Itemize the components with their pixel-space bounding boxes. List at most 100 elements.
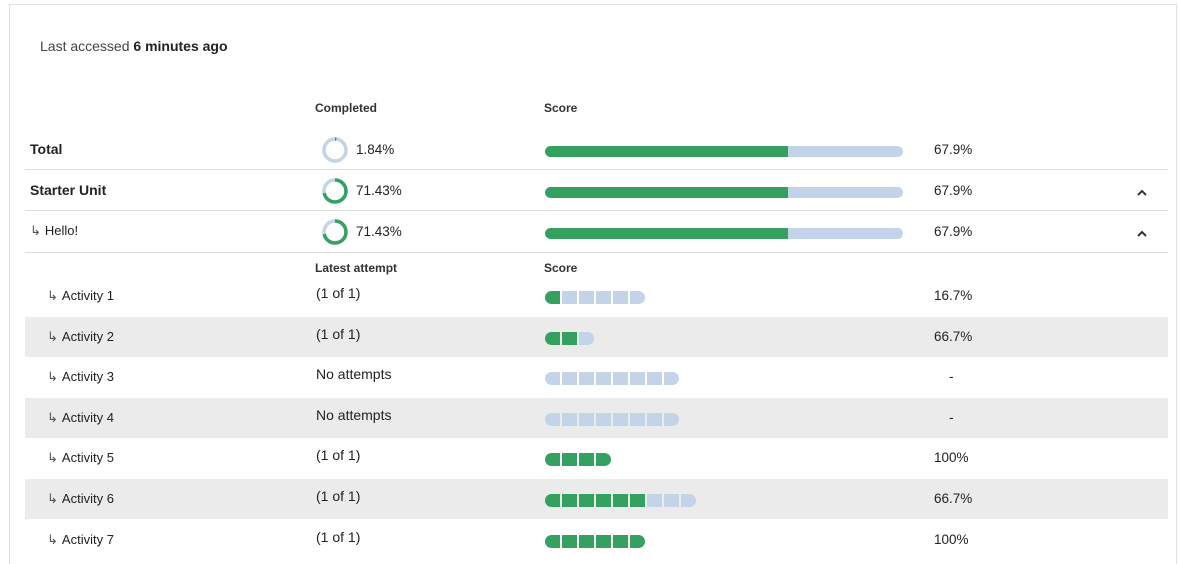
score-segment [545, 494, 560, 507]
score-segment [630, 372, 645, 386]
completion-donut [322, 219, 348, 245]
score-segment [664, 372, 679, 386]
collapse-chevron-icon[interactable] [1136, 228, 1148, 240]
score-segment [596, 534, 611, 548]
activity-name-text: Activity 1 [61, 288, 114, 303]
score-segment [579, 331, 594, 345]
activity-name: ↳ Activity 5 [47, 450, 114, 466]
completion-donut [322, 136, 348, 163]
completed-column-header: Completed [315, 101, 378, 115]
child-arrow-icon: ↳ [30, 224, 41, 239]
activity-score: - [949, 369, 954, 385]
score-segment [613, 534, 628, 548]
child-arrow-icon: ↳ [47, 410, 58, 426]
latest-attempt: No attempts [316, 366, 392, 383]
score-segment [579, 453, 594, 467]
activity-name-text: Activity 2 [61, 328, 114, 344]
last-accessed-value: 6 minutes ago [133, 38, 228, 54]
score-percent: 67.9% [934, 141, 973, 157]
activity-name-text: Activity 7 [61, 531, 114, 547]
activity-row[interactable]: ↳ Activity 3 No attempts - [25, 357, 1168, 397]
summary-row: Starter Unit 71.43% 67.9% [25, 170, 1168, 211]
latest-attempt: (1 of 1) [316, 488, 361, 504]
activity-row[interactable]: ↳ Activity 7 (1 of 1) 100% [25, 520, 1168, 560]
activity-name: ↳ Activity 6 [47, 491, 114, 507]
score-segments [545, 291, 645, 304]
activity-name: ↳ Activity 7 [47, 532, 114, 548]
last-accessed-label: Last accessed [40, 38, 130, 54]
score-segment [562, 331, 577, 345]
child-arrow-icon: ↳ [47, 451, 58, 467]
latest-attempt: (1 of 1) [316, 447, 361, 464]
activity-name: ↳ Activity 2 [47, 329, 114, 345]
score-segment [579, 412, 594, 426]
activity-name: ↳ Activity 1 [47, 288, 114, 304]
score-segment [630, 534, 645, 548]
score-segments [545, 372, 679, 386]
activity-score: 16.7% [934, 288, 973, 303]
completion-donut [322, 177, 348, 204]
summary-row: Total 1.84% 67.9% [25, 129, 1168, 170]
donut-track [322, 136, 348, 163]
score-segment [562, 494, 577, 507]
activity-score: 66.7% [934, 328, 973, 344]
score-segment [579, 291, 594, 304]
score-segments [545, 534, 645, 548]
score-segment [562, 534, 577, 548]
latest-attempt-column-header: Latest attempt [315, 261, 398, 275]
score-percent: 67.9% [934, 182, 973, 198]
score-segment [630, 412, 645, 426]
score-segment [664, 494, 679, 507]
activity-row[interactable]: ↳ Activity 2 (1 of 1) 66.7% [25, 316, 1168, 357]
score-segment [664, 412, 679, 426]
row-name-text: Total [30, 140, 63, 157]
row-name: Total [30, 141, 62, 157]
row-name: Starter Unit [30, 182, 106, 198]
score-segment [579, 372, 594, 386]
score-bar-fill [545, 145, 789, 157]
completed-percent: 71.43% [356, 182, 402, 198]
activity-row[interactable]: ↳ Activity 4 No attempts - [25, 397, 1168, 438]
score-segment [596, 453, 611, 467]
score-bar [545, 145, 903, 157]
completed-percent: 71.43% [356, 224, 402, 239]
latest-attempt: No attempts [316, 406, 392, 423]
activity-name-text: Activity 6 [61, 491, 114, 506]
score-segment [545, 331, 560, 345]
score-segment [579, 494, 594, 507]
activity-row[interactable]: ↳ Activity 1 (1 of 1) 16.7% [25, 276, 1168, 316]
activity-score: 100% [934, 450, 969, 466]
activity-score-column-header: Score [544, 261, 578, 275]
score-segment [596, 372, 611, 386]
activity-name: ↳ Activity 4 [47, 410, 114, 426]
latest-attempt: (1 of 1) [316, 528, 361, 545]
score-segment [545, 412, 560, 426]
latest-attempt: (1 of 1) [316, 285, 361, 301]
score-segment [562, 291, 577, 304]
score-segment [596, 494, 611, 507]
score-segment [630, 494, 645, 507]
latest-attempt: (1 of 1) [316, 325, 361, 342]
row-name: ↳ Hello! [30, 223, 78, 239]
activity-score: - [949, 409, 954, 425]
child-arrow-icon: ↳ [47, 370, 58, 386]
score-percent: 67.9% [934, 224, 973, 239]
score-segment [545, 372, 560, 386]
score-segment [545, 534, 560, 548]
activity-name-text: Activity 5 [61, 450, 114, 466]
score-segment [647, 372, 662, 386]
activity-name-text: Activity 4 [61, 409, 114, 425]
score-segment [681, 494, 696, 507]
child-arrow-icon: ↳ [47, 289, 58, 304]
activity-row[interactable]: ↳ Activity 6 (1 of 1) 66.7% [25, 479, 1168, 519]
score-segment [613, 372, 628, 386]
score-segment [647, 494, 662, 507]
activity-row[interactable]: ↳ Activity 5 (1 of 1) 100% [25, 438, 1168, 478]
score-segment [562, 412, 577, 426]
child-arrow-icon: ↳ [47, 329, 58, 345]
collapse-chevron-icon[interactable] [1136, 187, 1148, 199]
score-segment [545, 453, 560, 467]
activity-name-text: Activity 3 [61, 369, 114, 385]
score-segment [562, 453, 577, 467]
score-segment [596, 412, 611, 426]
